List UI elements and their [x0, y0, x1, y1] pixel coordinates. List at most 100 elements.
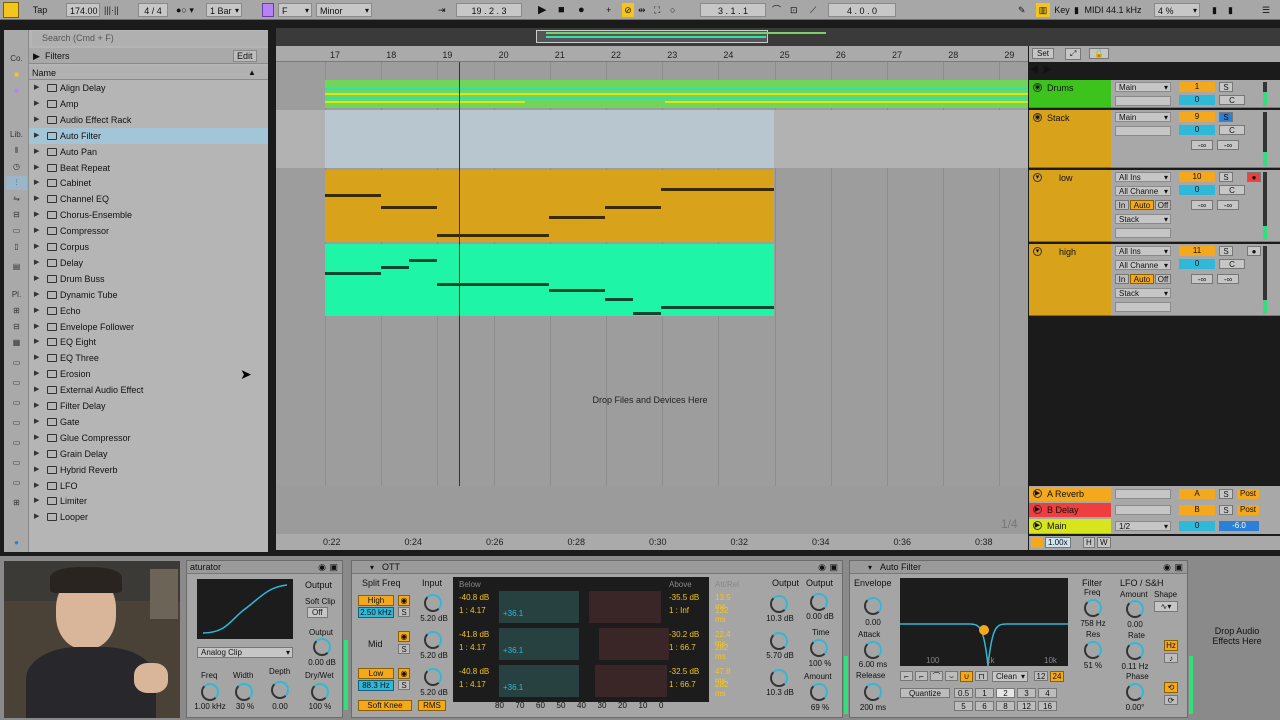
- track-fold-icon[interactable]: ◉: [1033, 83, 1042, 92]
- midi-note[interactable]: [325, 272, 381, 275]
- res-knob[interactable]: [1084, 641, 1102, 659]
- hz-button[interactable]: Hz: [1164, 640, 1178, 651]
- track-name[interactable]: high: [1059, 247, 1076, 257]
- width-knob[interactable]: [235, 683, 253, 701]
- filter-type-icon[interactable]: ∪: [960, 671, 973, 682]
- expand-arrow-icon[interactable]: ▶: [34, 160, 39, 176]
- collections-label[interactable]: Co.: [6, 52, 27, 66]
- input-low-knob[interactable]: [424, 668, 442, 686]
- quantize-value-button[interactable]: 4: [1038, 688, 1057, 698]
- output-select[interactable]: Stack: [1115, 214, 1171, 224]
- auto-filter-hot-swap-icon[interactable]: ◉: [1163, 562, 1171, 573]
- folder-icon-7[interactable]: ▭: [6, 476, 27, 490]
- midi-note[interactable]: [549, 289, 605, 292]
- position-field[interactable]: 19 . 2 . 3: [456, 3, 522, 17]
- browser-item[interactable]: ▶ Glue Compressor: [29, 430, 268, 446]
- filter-type-icon[interactable]: ⌐: [915, 671, 928, 681]
- high-freq-field[interactable]: 2.50 kHz: [358, 607, 394, 618]
- browser-item[interactable]: ▶ Audio Effect Rack: [29, 112, 268, 128]
- drums-clip[interactable]: [325, 80, 1028, 108]
- midi-note[interactable]: [381, 266, 409, 269]
- return-activator[interactable]: B: [1179, 505, 1215, 515]
- expand-arrow-icon[interactable]: ▶: [34, 96, 39, 112]
- arm-record-icon[interactable]: ●: [1247, 246, 1261, 256]
- pan-field[interactable]: C: [1219, 185, 1245, 195]
- expand-arrow-icon[interactable]: ▶: [34, 366, 39, 382]
- library-label[interactable]: Lib.: [6, 128, 27, 142]
- amount-knob[interactable]: [810, 683, 828, 701]
- clock-icon[interactable]: ◷: [6, 160, 27, 174]
- menu-icon[interactable]: ☰: [1262, 3, 1276, 17]
- release-knob[interactable]: [864, 683, 882, 701]
- high-midi-clip[interactable]: [325, 244, 774, 316]
- midi-effects-icon[interactable]: ⇋: [6, 192, 27, 206]
- browser-search-input[interactable]: Search (Cmd + F): [32, 31, 268, 46]
- above-ratio[interactable]: 1 : 66.7: [669, 643, 696, 652]
- browser-item[interactable]: ▶ EQ Three: [29, 350, 268, 366]
- below-threshold[interactable]: -40.8 dB: [459, 667, 489, 676]
- browser-item[interactable]: ▶ LFO: [29, 478, 268, 494]
- expand-arrow-icon[interactable]: ▶: [34, 255, 39, 271]
- prev-locator-icon[interactable]: ◀: [1030, 64, 1038, 75]
- input-mid-knob[interactable]: [424, 631, 442, 649]
- volume-field[interactable]: 0: [1179, 259, 1215, 269]
- expand-arrow-icon[interactable]: ▶: [34, 112, 39, 128]
- quantize-value-button[interactable]: 2: [996, 688, 1015, 698]
- return-play-icon[interactable]: ▶: [1033, 489, 1042, 498]
- filter-type-icon[interactable]: ⌒: [930, 671, 943, 681]
- bar-ruler[interactable]: 17 18 19 20 21 22 23 24 25 26 27 28 29: [276, 46, 1028, 62]
- browser-item[interactable]: ▶ Filter Delay: [29, 398, 268, 414]
- pan-field[interactable]: C: [1219, 259, 1245, 269]
- expand-arrow-icon[interactable]: ▶: [34, 223, 39, 239]
- browser-item[interactable]: ▶ Drum Buss: [29, 271, 268, 287]
- output-channel-select[interactable]: [1115, 302, 1171, 312]
- add-folder-icon[interactable]: ⊞: [6, 496, 27, 510]
- lock-icon[interactable]: 🔒: [1089, 48, 1109, 59]
- return-header[interactable]: ▶ Main: [1029, 519, 1111, 533]
- width-button[interactable]: W: [1097, 537, 1111, 548]
- input-channel-select[interactable]: All Channe: [1115, 186, 1171, 196]
- expand-arrow-icon[interactable]: ▶: [34, 478, 39, 494]
- input-type-select[interactable]: All Ins: [1115, 246, 1171, 256]
- return-header[interactable]: ▶ A Reverb: [1029, 487, 1111, 501]
- return-post-button[interactable]: Post: [1237, 489, 1259, 499]
- expand-arrow-icon[interactable]: ▶: [34, 350, 39, 366]
- arm-record-icon[interactable]: ●: [1247, 172, 1261, 182]
- expand-arrow-icon[interactable]: ▶: [34, 493, 39, 509]
- shape-select-icon[interactable]: ∿▾: [1154, 601, 1178, 612]
- auto-filter-save-icon[interactable]: ▣: [1174, 562, 1183, 573]
- midi-note[interactable]: [633, 312, 661, 315]
- folder-icon-4[interactable]: ▭: [6, 416, 27, 430]
- time-signature-field[interactable]: 4 / 4: [138, 3, 168, 17]
- send-b-field[interactable]: -∞: [1217, 200, 1239, 210]
- output-knob[interactable]: [313, 638, 331, 656]
- expand-arrow-icon[interactable]: ▶: [34, 334, 39, 350]
- quantize-value-button[interactable]: 16: [1038, 701, 1057, 711]
- filter-freq-knob[interactable]: [1084, 599, 1102, 617]
- send-a-field[interactable]: -∞: [1191, 274, 1213, 284]
- expand-arrow-icon[interactable]: ▶: [34, 128, 39, 144]
- expand-arrow-icon[interactable]: ▶: [34, 287, 39, 303]
- plugins-icon[interactable]: ▭: [6, 224, 27, 238]
- punch-in-icon[interactable]: ⊡: [790, 3, 804, 17]
- send-b-field[interactable]: -∞: [1217, 274, 1239, 284]
- low-band-power-icon[interactable]: ◉: [398, 668, 410, 679]
- below-threshold[interactable]: -40.8 dB: [459, 593, 489, 602]
- return-header[interactable]: ▶ B Delay: [1029, 503, 1111, 517]
- below-ratio[interactable]: 1 : 4.17: [459, 643, 486, 652]
- midi-note[interactable]: [661, 188, 774, 191]
- output-high-knob[interactable]: [770, 595, 788, 613]
- audio-effects-icon[interactable]: ⫶: [6, 176, 27, 190]
- play-icon[interactable]: ▶: [538, 3, 550, 17]
- browser-item[interactable]: ▶ Hybrid Reverb: [29, 462, 268, 478]
- key-select[interactable]: F: [278, 3, 312, 18]
- filters-toggle-icon[interactable]: ▶: [33, 51, 40, 62]
- above-threshold[interactable]: -32.5 dB: [669, 667, 699, 676]
- phase-knob[interactable]: [1126, 683, 1144, 701]
- monitor-off-button[interactable]: Off: [1155, 200, 1171, 210]
- freq-knob[interactable]: [201, 683, 219, 701]
- above-threshold[interactable]: -30.2 dB: [669, 630, 699, 639]
- low-solo-button[interactable]: S: [398, 680, 410, 690]
- quantize-select[interactable]: 1 Bar: [206, 3, 242, 18]
- main-output-select[interactable]: 1/2: [1115, 521, 1171, 531]
